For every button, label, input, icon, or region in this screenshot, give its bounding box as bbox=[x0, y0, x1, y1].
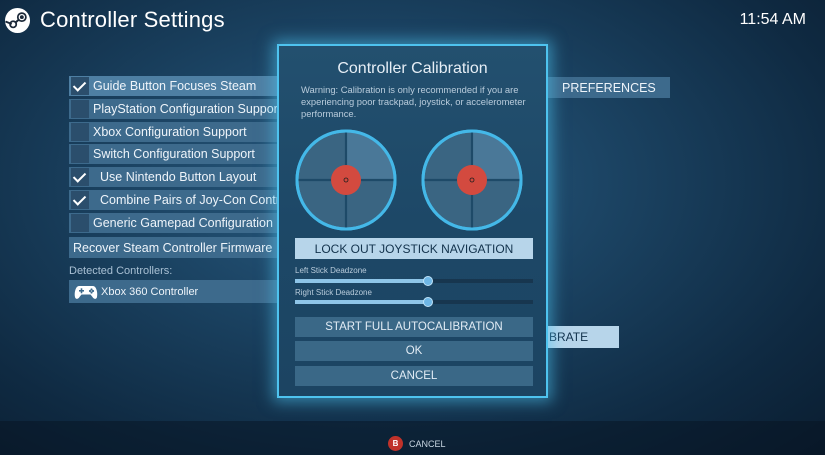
dialog-title: Controller Calibration bbox=[337, 60, 488, 77]
page-title: Controller Settings bbox=[40, 7, 225, 32]
right-deadzone-slider[interactable] bbox=[295, 296, 533, 308]
setting-label: Use Nintendo Button Layout bbox=[100, 170, 257, 185]
detected-controllers-label: Detected Controllers: bbox=[69, 265, 173, 277]
setting-playstation-support[interactable]: PlayStation Configuration Support bbox=[69, 98, 289, 119]
gamepad-icon bbox=[74, 285, 98, 299]
lock-out-joystick-navigation-button[interactable]: LOCK OUT JOYSTICK NAVIGATION bbox=[295, 238, 533, 259]
setting-switch-support[interactable]: Switch Configuration Support bbox=[69, 144, 289, 165]
slider-thumb[interactable] bbox=[423, 276, 434, 286]
checkbox-icon[interactable] bbox=[71, 99, 89, 118]
checkbox-checked-icon[interactable] bbox=[71, 77, 89, 95]
left-stick-visualizer bbox=[295, 129, 397, 231]
b-button-icon: B bbox=[388, 436, 403, 451]
checkbox-checked-icon[interactable] bbox=[71, 190, 89, 209]
checkbox-icon[interactable] bbox=[71, 213, 89, 232]
setting-label: Switch Configuration Support bbox=[93, 147, 255, 162]
top-bar: Controller Settings 11:54 AM bbox=[0, 0, 825, 42]
setting-label: Guide Button Focuses Steam bbox=[93, 79, 257, 93]
calibration-dialog: Controller Calibration Warning: Calibrat… bbox=[277, 44, 548, 398]
setting-label: Xbox Configuration Support bbox=[93, 124, 247, 139]
setting-xbox-support[interactable]: Xbox Configuration Support bbox=[69, 121, 289, 142]
setting-label: PlayStation Configuration Support bbox=[93, 101, 282, 116]
slider-fill bbox=[295, 300, 429, 304]
start-autocalibration-button[interactable]: START FULL AUTOCALIBRATION bbox=[295, 317, 533, 337]
setting-nintendo-layout[interactable]: Use Nintendo Button Layout bbox=[69, 167, 289, 188]
steam-logo-icon bbox=[4, 7, 31, 34]
setting-generic-gamepad[interactable]: Generic Gamepad Configuration Support bbox=[69, 212, 289, 233]
checkbox-icon[interactable] bbox=[71, 145, 89, 164]
settings-list: Guide Button Focuses Steam PlayStation C… bbox=[69, 76, 289, 236]
checkbox-checked-icon[interactable] bbox=[71, 168, 89, 187]
setting-joycon-pairs[interactable]: Combine Pairs of Joy-Con Controllers bbox=[69, 189, 289, 210]
checkbox-icon[interactable] bbox=[71, 122, 89, 141]
slider-fill bbox=[295, 279, 429, 283]
bottom-hint-bar bbox=[0, 421, 825, 455]
controller-list-item[interactable]: Xbox 360 Controller bbox=[69, 280, 289, 303]
ok-button[interactable]: OK bbox=[295, 341, 533, 361]
controller-name: Xbox 360 Controller bbox=[101, 285, 199, 298]
calibration-warning: Warning: Calibration is only recommended… bbox=[301, 84, 526, 119]
left-deadzone-label: Left Stick Deadzone bbox=[295, 266, 367, 275]
calibrate-button[interactable]: BRATE bbox=[540, 326, 619, 348]
setting-label: Combine Pairs of Joy-Con Controllers bbox=[100, 192, 289, 207]
cancel-hint[interactable]: CANCEL bbox=[409, 439, 446, 449]
recover-firmware-button[interactable]: Recover Steam Controller Firmware bbox=[69, 237, 289, 258]
setting-guide-focus[interactable]: Guide Button Focuses Steam bbox=[69, 76, 289, 96]
clock: 11:54 AM bbox=[739, 11, 806, 28]
cancel-button[interactable]: CANCEL bbox=[295, 366, 533, 386]
left-deadzone-slider[interactable] bbox=[295, 275, 533, 287]
slider-thumb[interactable] bbox=[423, 297, 434, 307]
tab-preferences[interactable]: PREFERENCES bbox=[540, 77, 670, 98]
right-stick-visualizer bbox=[421, 129, 523, 231]
setting-label: Generic Gamepad Configuration Support bbox=[93, 215, 289, 230]
